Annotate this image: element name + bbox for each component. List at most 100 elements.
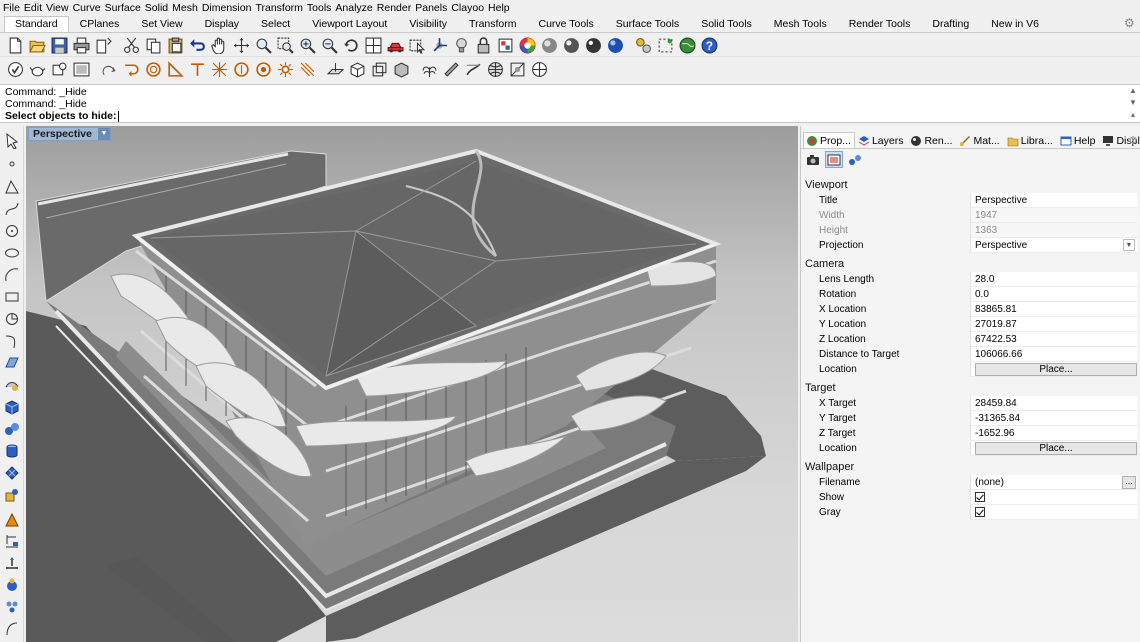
transform-icon[interactable] — [3, 554, 21, 572]
point-icon[interactable] — [3, 155, 21, 173]
title-field[interactable]: Perspective — [971, 193, 1137, 208]
solid-box-icon[interactable] — [3, 398, 21, 416]
four-viewports-icon[interactable] — [362, 35, 384, 55]
snap-end-icon[interactable] — [98, 60, 120, 80]
zoom-window-icon[interactable] — [274, 35, 296, 55]
gumball-icon[interactable] — [428, 35, 450, 55]
lens-length-field[interactable]: 28.0 — [971, 272, 1137, 287]
rectangle-icon[interactable] — [3, 288, 21, 306]
curve-icon[interactable] — [3, 200, 21, 218]
car-icon[interactable] — [384, 35, 406, 55]
show-checkbox[interactable] — [975, 492, 985, 502]
tab-libraries[interactable]: Libra... — [1004, 132, 1057, 148]
viewport-props-icon[interactable] — [825, 151, 843, 168]
tab-set-view[interactable]: Set View — [130, 16, 193, 32]
print-icon[interactable] — [70, 35, 92, 55]
blocks-icon[interactable] — [3, 576, 21, 594]
menu-tools[interactable]: Tools — [307, 2, 336, 14]
menu-panels[interactable]: Panels — [415, 2, 451, 14]
camera-place-button[interactable]: Place... — [975, 363, 1137, 376]
extrude-icon[interactable] — [440, 60, 462, 80]
clipping-plane-icon[interactable] — [506, 60, 528, 80]
surface-tools-icon[interactable] — [3, 376, 21, 394]
zoom-icon[interactable] — [252, 35, 274, 55]
display-mode-icon[interactable] — [846, 151, 864, 168]
tab-drafting[interactable]: Drafting — [921, 16, 980, 32]
select-arrow-icon[interactable] — [3, 132, 21, 150]
viewport-icon[interactable] — [70, 60, 92, 80]
cplane-icon[interactable] — [324, 60, 346, 80]
color-wheel-icon[interactable] — [516, 35, 538, 55]
snap-int-icon[interactable] — [208, 60, 230, 80]
menu-dimension[interactable]: Dimension — [202, 2, 256, 14]
ellipse-icon[interactable] — [3, 244, 21, 262]
target-place-button[interactable]: Place... — [975, 442, 1137, 455]
material-sphere-icon[interactable] — [604, 35, 626, 55]
tab-layers[interactable]: Layers — [855, 132, 908, 148]
zoom-selected-icon[interactable] — [318, 35, 340, 55]
perspective-viewport[interactable]: Perspective ▼ — [26, 126, 798, 642]
command-scrollbar[interactable]: ▲ ▼ ▴ — [1128, 85, 1138, 122]
menu-render[interactable]: Render — [377, 2, 415, 14]
mesh-sphere-icon[interactable] — [484, 60, 506, 80]
gear-icon[interactable]: ⚙ — [1124, 17, 1136, 29]
dimension-icon[interactable] — [3, 532, 21, 550]
circle-icon[interactable] — [3, 222, 21, 240]
pan-hand-icon[interactable] — [208, 35, 230, 55]
block-icon[interactable] — [48, 60, 70, 80]
z-location-field[interactable]: 67422.53 — [971, 332, 1137, 347]
snap-tan-icon[interactable] — [252, 60, 274, 80]
help-icon[interactable]: ? — [698, 35, 720, 55]
globe-icon[interactable] — [676, 35, 698, 55]
tab-visibility[interactable]: Visibility — [398, 16, 458, 32]
filename-field[interactable]: (none) — [971, 475, 1137, 490]
menu-edit[interactable]: Edit — [24, 2, 46, 14]
x-location-field[interactable]: 83865.81 — [971, 302, 1137, 317]
snap-knot-icon[interactable] — [296, 60, 318, 80]
tab-surface-tools[interactable]: Surface Tools — [605, 16, 690, 32]
z-target-field[interactable]: -1652.96 — [971, 426, 1137, 441]
select-all-icon[interactable] — [406, 35, 428, 55]
menu-curve[interactable]: Curve — [73, 2, 105, 14]
tab-render-tools[interactable]: Render Tools — [838, 16, 922, 32]
cylinder-icon[interactable] — [3, 442, 21, 460]
freeform-icon[interactable] — [3, 332, 21, 350]
box-wire-icon[interactable] — [368, 60, 390, 80]
snap-mid-icon[interactable] — [164, 60, 186, 80]
tab-cplanes[interactable]: CPlanes — [69, 16, 131, 32]
mesh-icon[interactable] — [3, 464, 21, 482]
tab-standard[interactable]: Standard — [4, 16, 69, 32]
scroll-down-icon[interactable]: ▼ — [1128, 97, 1138, 109]
array-icon[interactable] — [3, 598, 21, 616]
surface-icon[interactable] — [3, 354, 21, 372]
render-tools-icon[interactable] — [3, 486, 21, 504]
save-icon[interactable] — [48, 35, 70, 55]
menu-clayoo[interactable]: Clayoo — [451, 2, 488, 14]
menu-file[interactable]: File — [3, 2, 24, 14]
analyze-icon[interactable] — [3, 511, 21, 529]
menu-analyze[interactable]: Analyze — [335, 2, 376, 14]
menu-help[interactable]: Help — [488, 2, 514, 14]
snap-point-icon[interactable] — [142, 60, 164, 80]
snap-perp-icon[interactable] — [230, 60, 252, 80]
spin-icon[interactable]: ▴ — [1128, 109, 1138, 121]
command-prompt[interactable]: Select objects to hide: — [5, 110, 120, 123]
x-target-field[interactable]: 28459.84 — [971, 396, 1137, 411]
gear-icon[interactable]: ⚙ — [1128, 134, 1138, 147]
open-folder-icon[interactable] — [26, 35, 48, 55]
tab-mesh-tools[interactable]: Mesh Tools — [763, 16, 838, 32]
tab-help[interactable]: Help — [1057, 132, 1100, 148]
plant-icon[interactable] — [418, 60, 440, 80]
rotation-field[interactable]: 0.0 — [971, 287, 1137, 302]
tab-viewport-layout[interactable]: Viewport Layout — [301, 16, 398, 32]
lock-icon[interactable] — [472, 35, 494, 55]
snap-near-icon[interactable] — [120, 60, 142, 80]
check-circle-icon[interactable] — [4, 60, 26, 80]
camera-icon[interactable] — [804, 151, 822, 168]
zoom-extents-icon[interactable] — [296, 35, 318, 55]
building-model[interactable] — [26, 126, 798, 642]
shaded-sphere-icon[interactable] — [538, 35, 560, 55]
y-location-field[interactable]: 27019.87 — [971, 317, 1137, 332]
tab-solid-tools[interactable]: Solid Tools — [690, 16, 763, 32]
menu-solid[interactable]: Solid — [145, 2, 172, 14]
